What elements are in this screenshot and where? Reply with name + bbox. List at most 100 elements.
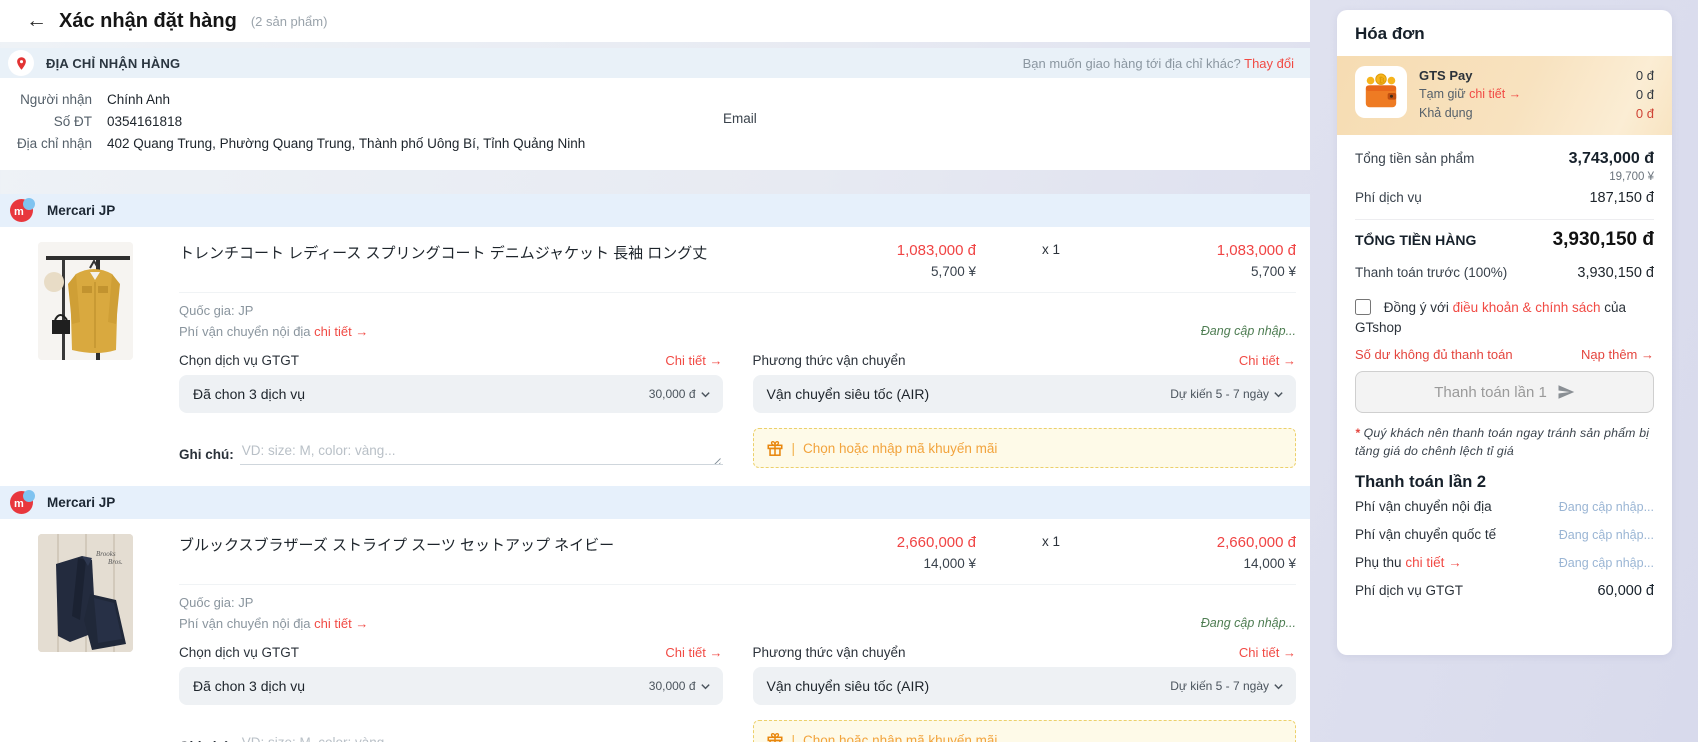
email-label: Email xyxy=(723,111,757,126)
product-image-coat[interactable] xyxy=(38,242,133,360)
phase2-vat-fee-row: Phí dịch vụ GTGT 60,000 đ xyxy=(1355,576,1654,605)
phase2-title: Thanh toán lần 2 xyxy=(1355,473,1654,492)
wallet-balances: GTS Pay 0 đ Tạm giữ chi tiết → 0 đ Khả d… xyxy=(1419,66,1654,123)
vat-service-col: Chọn dịch vụ GTGT Chi tiết → Đã chon 3 d… xyxy=(179,638,723,705)
total-price-block: 1,083,000 đ 5,700 ¥ xyxy=(1126,242,1296,279)
promo-code-box[interactable]: | Chọn hoặc nhập mã khuyến mãi xyxy=(753,428,1297,468)
wallet-balance-row: GTS Pay 0 đ xyxy=(1419,66,1654,85)
vat-service-select[interactable]: Đã chon 3 dịch vụ 30,000 đ xyxy=(179,667,723,705)
topup-link[interactable]: Nạp thêm → xyxy=(1581,347,1654,362)
chevron-down-icon xyxy=(700,389,711,400)
mercari-logo-icon: m xyxy=(10,490,35,515)
promo-code-box[interactable]: | Chọn hoặc nhập mã khuyến mãi xyxy=(753,720,1297,742)
shipping-address-section: ĐỊA CHỈ NHẬN HÀNG Bạn muốn giao hàng tới… xyxy=(0,48,1310,170)
phase2-surcharge-label: Phụ thu chi tiết → xyxy=(1355,555,1462,570)
service-fee-row: Phí dịch vụ 187,150 đ xyxy=(1355,183,1654,213)
checkout-page: ← Xác nhận đặt hàng (2 sản phẩm) ĐỊA CHỈ… xyxy=(0,0,1698,742)
shipping-method-col: Phương thức vận chuyển Chi tiết → Vận ch… xyxy=(753,346,1297,413)
address-value: 402 Quang Trung, Phường Quang Trung, Thà… xyxy=(107,133,585,155)
total-price-jpy: 14,000 ¥ xyxy=(1126,556,1296,571)
phase2-vat-fee-value: 60,000 đ xyxy=(1598,583,1654,599)
terms-policy-link[interactable]: điều khoản & chính sách xyxy=(1453,300,1601,315)
chevron-down-icon xyxy=(700,681,711,692)
pay-button-label: Thanh toán lần 1 xyxy=(1434,384,1547,401)
recipient-label: Người nhận xyxy=(0,89,92,111)
note-star: * xyxy=(1355,426,1360,440)
shipping-method-select[interactable]: Vận chuyển siêu tốc (AIR) Dự kiến 5 - 7 … xyxy=(753,375,1297,413)
vat-service-select[interactable]: Đã chon 3 dịch vụ 30,000 đ xyxy=(179,375,723,413)
promo-divider: | xyxy=(792,441,796,456)
available-label: Khả dụng xyxy=(1419,104,1473,123)
domestic-fee-row: Phí vận chuyển nội địa chi tiết → Đang c… xyxy=(179,613,1296,634)
note-input[interactable] xyxy=(240,439,723,465)
hold-detail-link[interactable]: chi tiết → xyxy=(1469,87,1521,101)
shop-header: m Mercari JP xyxy=(0,194,1310,227)
total-price-block: 2,660,000 đ 14,000 ¥ xyxy=(1126,534,1296,571)
product-title[interactable]: ブルックスブラザーズ ストライプ スーツ セットアップ ネイビー xyxy=(179,534,806,555)
product-title-row: ブルックスブラザーズ ストライプ スーツ セットアップ ネイビー 2,660,0… xyxy=(179,534,1296,571)
hold-label: Tạm giữ chi tiết → xyxy=(1419,85,1521,104)
gift-icon xyxy=(766,731,784,742)
recipient-name: Chính Anh xyxy=(107,89,170,111)
product-card: Brooks Bros. ブルックスブラザーズ ストライプ スーツ セットアップ… xyxy=(0,519,1310,742)
exchange-rate-note: * Quý khách nên thanh toán ngay tránh sả… xyxy=(1355,424,1654,460)
vat-detail-link[interactable]: Chi tiết → xyxy=(665,645,722,660)
surcharge-detail-link[interactable]: chi tiết → xyxy=(1405,555,1461,570)
svg-text:Brooks: Brooks xyxy=(96,550,116,558)
country-label: Quốc gia: JP xyxy=(179,592,253,613)
vat-detail-link[interactable]: Chi tiết → xyxy=(665,353,722,368)
wallet-balance: 0 đ xyxy=(1636,66,1654,85)
country-row: Quốc gia: JP xyxy=(179,584,1296,613)
shipping-method-col: Phương thức vận chuyển Chi tiết → Vận ch… xyxy=(753,638,1297,705)
product-total-label: Tổng tiền sản phẩm xyxy=(1355,151,1474,166)
invoice-title: Hóa đơn xyxy=(1355,24,1654,44)
change-address-prompt: Bạn muốn giao hàng tới địa chỉ khác? Tha… xyxy=(1023,56,1294,71)
shipping-detail-link[interactable]: Chi tiết → xyxy=(1239,645,1296,660)
product-total-value: 3,743,000 đ xyxy=(1569,150,1654,168)
product-group-1: m Mercari JP xyxy=(0,194,1310,486)
product-image-suit[interactable]: Brooks Bros. xyxy=(38,534,133,652)
shipping-method-label: Phương thức vận chuyển xyxy=(753,645,906,660)
unit-price-jpy: 14,000 ¥ xyxy=(806,556,976,571)
note-label: Ghi chú: xyxy=(179,734,234,742)
wallet-icon: ₿ xyxy=(1355,66,1407,118)
product-group-2: m Mercari JP Brooks Bros. xyxy=(0,486,1310,742)
product-title[interactable]: トレンチコート レディース スプリングコート デニムジャケット 長袖 ロング丈 xyxy=(179,242,806,263)
back-icon[interactable]: ← xyxy=(26,9,47,33)
shipping-method-select[interactable]: Vận chuyển siêu tốc (AIR) Dự kiến 5 - 7 … xyxy=(753,667,1297,705)
mercari-logo-icon: m xyxy=(10,198,35,223)
phase2-vat-fee-label: Phí dịch vụ GTGT xyxy=(1355,583,1463,598)
change-address-link[interactable]: Thay đổi xyxy=(1244,56,1294,71)
address-section-header: ĐỊA CHỈ NHẬN HÀNG Bạn muốn giao hàng tới… xyxy=(0,48,1310,78)
total-price-vnd: 1,083,000 đ xyxy=(1126,242,1296,259)
address-section-title: ĐỊA CHỈ NHẬN HÀNG xyxy=(46,56,180,71)
fee-updating-status: Đang cập nhập... xyxy=(1201,613,1296,634)
fee-updating-status: Đang cập nhập... xyxy=(1201,321,1296,342)
promo-label: Chọn hoặc nhập mã khuyến mãi xyxy=(803,441,997,456)
country-row: Quốc gia: JP xyxy=(179,292,1296,321)
shop-header: m Mercari JP xyxy=(0,486,1310,519)
vat-selected-value: Đã chon 3 dịch vụ xyxy=(193,386,305,402)
domestic-fee-detail-link[interactable]: chi tiết → xyxy=(314,616,368,631)
terms-agreement: Đồng ý với điều khoản & chính sách của G… xyxy=(1355,298,1654,338)
phase2-domestic-label: Phí vận chuyển nội địa xyxy=(1355,499,1492,514)
vat-service-label: Chọn dịch vụ GTGT xyxy=(179,353,299,368)
note-input[interactable] xyxy=(240,731,723,742)
domestic-fee-detail-link[interactable]: chi tiết → xyxy=(314,324,368,339)
pay-phase1-button[interactable]: Thanh toán lần 1 xyxy=(1355,371,1654,413)
terms-checkbox[interactable] xyxy=(1355,299,1371,315)
divider xyxy=(1355,219,1654,220)
address-label: Địa chỉ nhận xyxy=(0,133,92,155)
note-field-wrap: Ghi chú: xyxy=(179,439,723,468)
prepay-value: 3,930,150 đ xyxy=(1577,265,1654,281)
phone-number: 0354161818 xyxy=(107,111,182,133)
note-field-wrap: Ghi chú: xyxy=(179,731,723,742)
shipping-selected-value: Vận chuyển siêu tốc (AIR) xyxy=(767,678,930,694)
shipping-detail-link[interactable]: Chi tiết → xyxy=(1239,353,1296,368)
hold-value: 0 đ xyxy=(1636,85,1654,104)
note-text: Quý khách nên thanh toán ngay tránh sản … xyxy=(1355,426,1649,458)
product-details: ブルックスブラザーズ ストライプ スーツ セットアップ ネイビー 2,660,0… xyxy=(179,534,1296,742)
domestic-fee-label: Phí vận chuyển nội địa chi tiết → xyxy=(179,321,368,342)
note-promo-row: Ghi chú: xyxy=(179,428,1296,468)
wallet-available-row: Khả dụng 0 đ xyxy=(1419,104,1654,123)
